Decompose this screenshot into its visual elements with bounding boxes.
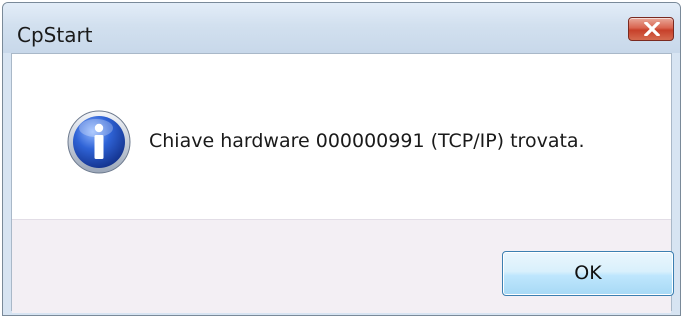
button-bar: OK <box>12 219 674 313</box>
ok-button[interactable]: OK <box>502 251 674 296</box>
message-area: Chiave hardware 000000991 (TCP/IP) trova… <box>12 54 671 219</box>
close-button[interactable] <box>628 17 674 41</box>
title-bar[interactable]: CpStart <box>3 3 680 53</box>
close-icon <box>644 22 660 36</box>
info-icon <box>67 110 131 174</box>
dialog-body: Chiave hardware 000000991 (TCP/IP) trova… <box>11 53 674 313</box>
message-text: Chiave hardware 000000991 (TCP/IP) trova… <box>149 130 585 152</box>
message-dialog: CpStart Chiave hardware 000000991 (TCP/I… <box>2 2 681 316</box>
window-title: CpStart <box>17 23 93 47</box>
